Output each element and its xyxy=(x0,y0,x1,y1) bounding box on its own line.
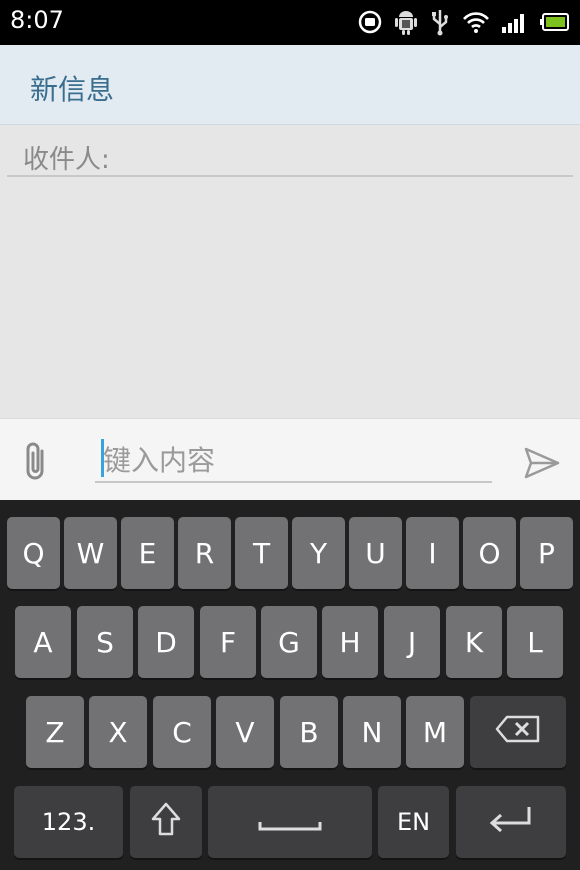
shift-icon xyxy=(151,802,181,843)
compose-bar xyxy=(0,418,580,501)
text-cursor xyxy=(101,439,104,477)
status-time: 8:07 xyxy=(10,6,64,34)
key-b[interactable]: B xyxy=(280,696,338,768)
key-q[interactable]: Q xyxy=(7,517,60,589)
key-l[interactable]: L xyxy=(507,606,563,678)
key-v[interactable]: V xyxy=(216,696,274,768)
shift-key[interactable] xyxy=(130,786,202,858)
backspace-icon xyxy=(495,715,541,750)
app-header: 新信息 xyxy=(0,45,580,125)
key-x[interactable]: X xyxy=(89,696,147,768)
key-d[interactable]: D xyxy=(138,606,194,678)
send-icon[interactable] xyxy=(522,443,562,483)
android-debug-icon xyxy=(394,8,418,36)
key-a[interactable]: A xyxy=(15,606,71,678)
numbers-key[interactable]: 123. xyxy=(14,786,123,858)
key-s[interactable]: S xyxy=(77,606,133,678)
key-h[interactable]: H xyxy=(322,606,378,678)
space-bar-icon xyxy=(258,806,322,839)
key-p[interactable]: P xyxy=(520,517,573,589)
key-o[interactable]: O xyxy=(463,517,516,589)
key-r[interactable]: R xyxy=(178,517,231,589)
key-c[interactable]: C xyxy=(153,696,211,768)
key-u[interactable]: U xyxy=(349,517,402,589)
soft-keyboard: Q W E R T Y U I O P A S D F G H J K L Z … xyxy=(0,500,580,870)
recipient-field[interactable]: 收件人: xyxy=(7,135,573,177)
recipients-area: 收件人: xyxy=(0,125,580,418)
key-k[interactable]: K xyxy=(446,606,502,678)
key-j[interactable]: J xyxy=(384,606,440,678)
key-i[interactable]: I xyxy=(406,517,459,589)
usb-icon xyxy=(430,8,450,36)
key-t[interactable]: T xyxy=(235,517,288,589)
enter-key[interactable] xyxy=(456,786,566,858)
status-bar: 8:07 xyxy=(0,0,580,45)
battery-icon xyxy=(540,13,570,31)
key-m[interactable]: M xyxy=(406,696,464,768)
signal-icon xyxy=(502,11,528,33)
key-n[interactable]: N xyxy=(343,696,401,768)
message-input[interactable] xyxy=(95,439,492,483)
key-w[interactable]: W xyxy=(64,517,117,589)
key-y[interactable]: Y xyxy=(292,517,345,589)
status-icons xyxy=(358,8,570,36)
backspace-key[interactable] xyxy=(470,696,566,768)
wifi-icon xyxy=(462,10,490,34)
recipient-label: 收件人: xyxy=(23,145,110,175)
page-title: 新信息 xyxy=(30,73,115,106)
paperclip-icon[interactable] xyxy=(20,441,54,481)
m-circle-icon xyxy=(358,10,382,34)
enter-icon xyxy=(487,805,535,840)
key-g[interactable]: G xyxy=(261,606,317,678)
language-key[interactable]: EN xyxy=(378,786,449,858)
key-e[interactable]: E xyxy=(121,517,174,589)
key-z[interactable]: Z xyxy=(26,696,84,768)
key-f[interactable]: F xyxy=(200,606,256,678)
space-key[interactable] xyxy=(208,786,372,858)
